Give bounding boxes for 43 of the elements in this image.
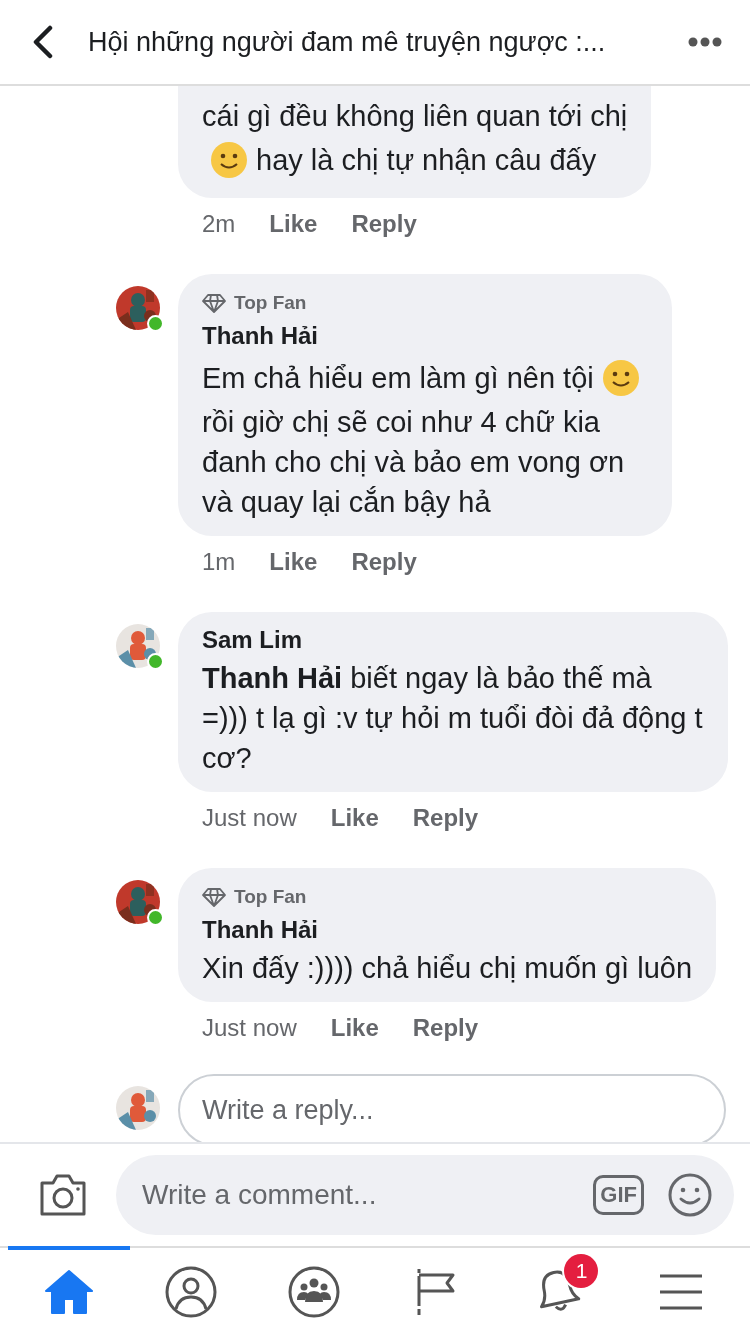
comment-text: rồi giờ chị sẽ coi như 4 chữ kia bbox=[202, 406, 600, 438]
smiley-icon bbox=[210, 141, 248, 179]
smiley-icon bbox=[601, 359, 640, 397]
group-icon bbox=[287, 1266, 340, 1318]
comment-text: cái gì đều không liên quan tới chị bbox=[202, 100, 628, 132]
author-name[interactable]: Thanh Hải bbox=[202, 322, 648, 350]
comment-time: 2m bbox=[202, 210, 236, 238]
reply-link[interactable]: Reply bbox=[412, 804, 479, 832]
more-icon[interactable] bbox=[688, 37, 722, 47]
author-name[interactable]: Thanh Hải bbox=[202, 916, 693, 944]
back-icon[interactable] bbox=[32, 25, 54, 59]
reply-link[interactable]: Reply bbox=[412, 1014, 479, 1042]
smiley-icon[interactable] bbox=[668, 1173, 712, 1217]
diamond-icon bbox=[202, 887, 226, 907]
person-icon bbox=[165, 1266, 218, 1318]
reply-link[interactable]: Reply bbox=[351, 210, 417, 238]
comment-text: Em chả hiểu em làm gì nên tội bbox=[202, 361, 594, 396]
comment-text: Thanh Hải biết ngay là bảo thế mà =))) t lạ gì :v tự hỏi m tuổi đòi đả động t cơ? bbox=[202, 662, 703, 774]
comment-time: Just now bbox=[202, 804, 297, 832]
like-link[interactable]: Like bbox=[330, 804, 379, 832]
comment-text: hay là chị tự nhận câu đấy bbox=[256, 143, 597, 178]
gif-button[interactable]: GIF bbox=[593, 1175, 644, 1215]
reply-field[interactable]: Write a reply... bbox=[178, 1074, 726, 1142]
comment-text: và quay lại cắn bậy hả bbox=[202, 486, 491, 518]
comment-field[interactable]: Write a comment... GIF bbox=[116, 1155, 734, 1235]
notifications-tab[interactable]: 1 bbox=[497, 1245, 620, 1334]
comment-text: đanh cho chị và bảo em vong ơn bbox=[202, 446, 625, 478]
comment-time: Just now bbox=[202, 1014, 297, 1042]
author-name[interactable]: Sam Lim bbox=[202, 626, 704, 654]
like-link[interactable]: Like bbox=[269, 210, 318, 238]
group-title: Hội những người đam mê truyện ngược :... bbox=[88, 26, 607, 58]
notification-badge: 1 bbox=[564, 1254, 599, 1288]
like-link[interactable]: Like bbox=[269, 548, 318, 576]
top-fan-label: Top Fan bbox=[234, 886, 307, 908]
like-link[interactable]: Like bbox=[330, 1014, 379, 1042]
top-fan-label: Top Fan bbox=[234, 292, 307, 314]
reply-link[interactable]: Reply bbox=[351, 548, 417, 576]
home-icon bbox=[44, 1269, 95, 1315]
comment-time: 1m bbox=[202, 548, 236, 576]
camera-icon[interactable] bbox=[38, 1173, 88, 1217]
comment-text: Xin đấy :)))) chả hiểu chị muốn gì luôn bbox=[202, 952, 693, 984]
diamond-icon bbox=[202, 293, 226, 313]
menu-icon bbox=[657, 1272, 704, 1312]
